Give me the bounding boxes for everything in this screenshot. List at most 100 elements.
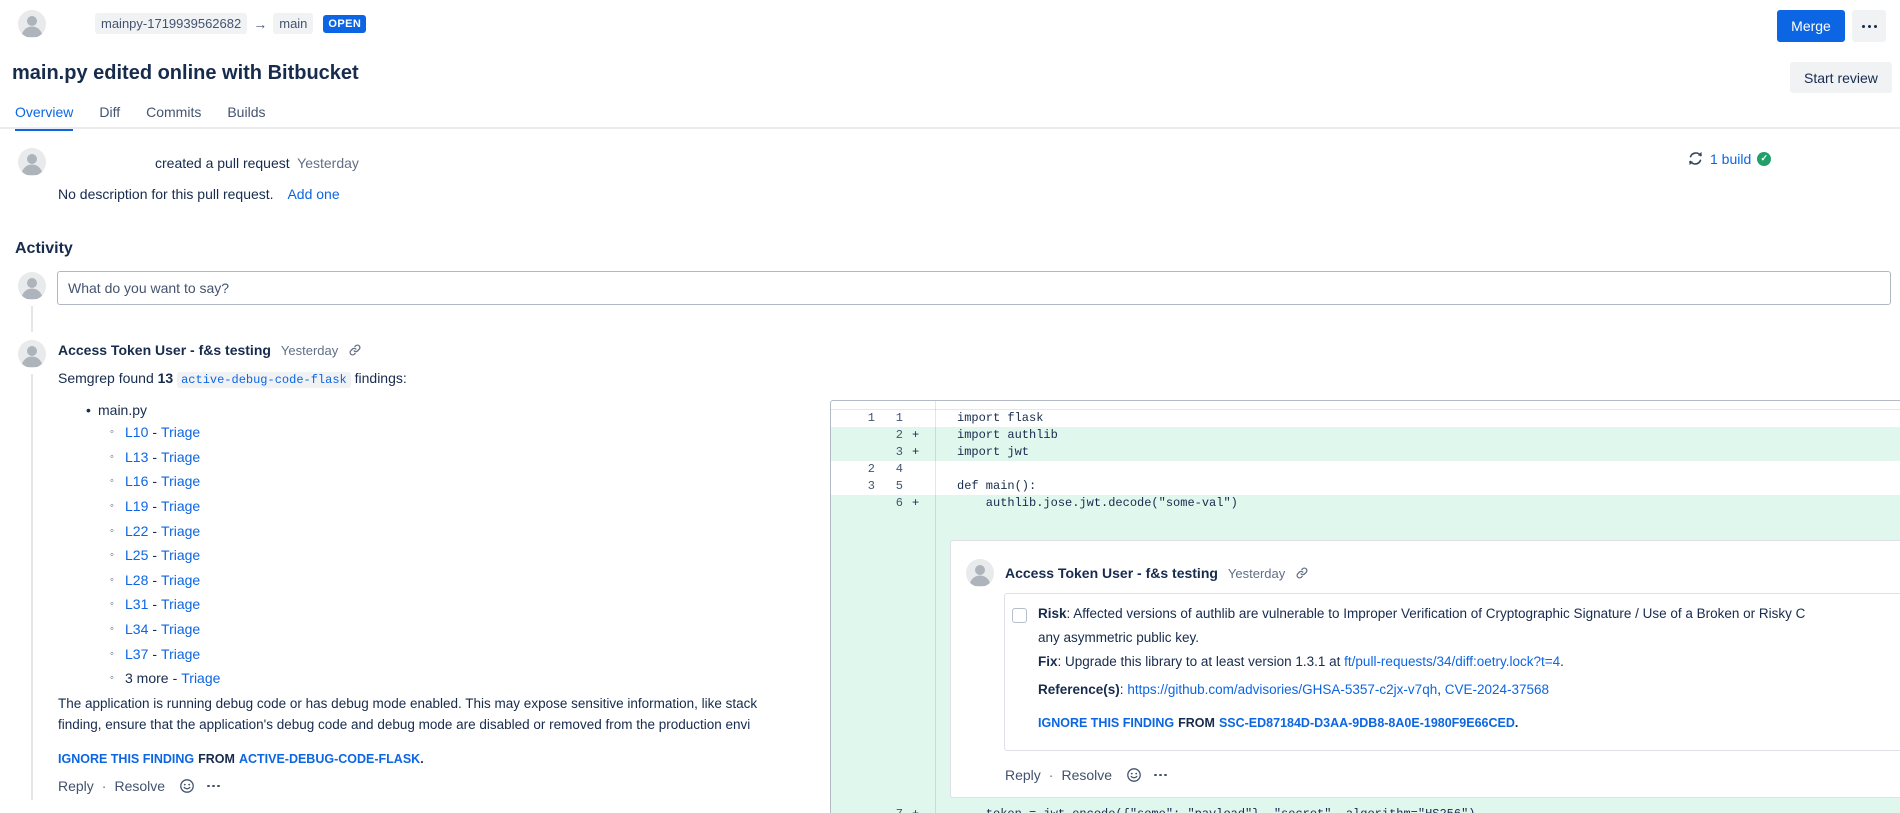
finding-item: ◦L10-Triage (58, 420, 220, 445)
finding-item: ◦L16-Triage (58, 469, 220, 494)
fix-link[interactable]: ft/pull-requests/34/diff:oetry.lock?t=4 (1344, 654, 1560, 669)
diff-line: 11import flask (831, 410, 1900, 427)
comment-summary: Semgrep found 13 active-debug-code-flask… (58, 370, 407, 387)
permalink-icon[interactable] (348, 343, 362, 357)
triage-link[interactable]: Triage (181, 670, 220, 686)
resolve-button[interactable]: Resolve (1061, 767, 1112, 783)
inline-comment-avatar[interactable] (966, 559, 994, 587)
diff-line-added: 6+ authlib.jose.jwt.decode("some-val") (831, 495, 1900, 512)
bullet-icon: ◦ (110, 475, 125, 487)
diff-comment-region: Access Token User - f&s testing Yesterda… (831, 512, 1900, 813)
reply-button[interactable]: Reply (1005, 767, 1041, 783)
triage-link[interactable]: Triage (161, 449, 200, 465)
advisory-link[interactable]: https://github.com/advisories/GHSA-5357-… (1127, 682, 1437, 697)
arrow-right-icon: → (253, 16, 267, 32)
thread-line (31, 306, 33, 332)
more-findings-text: 3 more (125, 670, 169, 686)
finding-line-link[interactable]: L13 (125, 449, 148, 465)
builds-count-link[interactable]: 1 build (1710, 151, 1751, 167)
bullet-icon: ◦ (110, 648, 125, 660)
cve-link[interactable]: CVE-2024-37568 (1445, 682, 1549, 697)
bullet-icon: ◦ (110, 672, 125, 684)
reply-button[interactable]: Reply (58, 778, 94, 794)
ignore-finding-link[interactable]: IGNORE THIS FINDING (58, 752, 194, 766)
page-title: main.py edited online with Bitbucket (12, 62, 359, 85)
merge-button[interactable]: Merge (1777, 10, 1845, 42)
more-icon (1862, 25, 1877, 28)
finding-item: ◦L37-Triage (58, 641, 220, 666)
comment-input[interactable] (57, 271, 1891, 305)
build-status: 1 build ✓ (1687, 150, 1771, 167)
finding-line-link[interactable]: L28 (125, 572, 148, 588)
diff-panel-top (831, 401, 1900, 410)
comment-actions: Reply · Resolve (58, 778, 220, 794)
finding-line-link[interactable]: L10 (125, 424, 148, 440)
add-reaction-icon[interactable] (179, 778, 195, 794)
finding-line-link[interactable]: L37 (125, 646, 148, 662)
event-text: created a pull request Yesterday (155, 155, 359, 171)
event-user-avatar[interactable] (18, 148, 46, 176)
comment-header: Access Token User - f&s testing Yesterda… (58, 342, 362, 358)
add-description-link[interactable]: Add one (287, 186, 339, 202)
triage-link[interactable]: Triage (161, 572, 200, 588)
finding-line-link[interactable]: L22 (125, 523, 148, 539)
bullet-icon: ◦ (110, 549, 125, 561)
builds-refresh-icon[interactable] (1687, 150, 1704, 167)
pr-author-avatar[interactable] (18, 10, 46, 38)
finding-line-link[interactable]: L25 (125, 547, 148, 563)
finding-line-link[interactable]: L31 (125, 596, 148, 612)
inline-comment-actions: Reply · Resolve (1005, 767, 1167, 783)
triage-link[interactable]: Triage (161, 646, 200, 662)
activity-heading: Activity (15, 240, 73, 258)
finding-line-link[interactable]: L16 (125, 473, 148, 489)
triage-link[interactable]: Triage (161, 473, 200, 489)
findings-list: • main.py ◦L10-Triage ◦L13-Triage ◦L16-T… (58, 399, 220, 691)
tabs-divider (0, 127, 1900, 129)
file-item: • main.py (58, 399, 220, 420)
triage-link[interactable]: Triage (161, 424, 200, 440)
diff-line-added: 3+import jwt (831, 444, 1900, 461)
ignore-finding-row: IGNORE THIS FINDINGFROMACTIVE-DEBUG-CODE… (58, 752, 424, 766)
permalink-icon[interactable] (1295, 566, 1309, 580)
triage-link[interactable]: Triage (161, 523, 200, 539)
diff-line-added: 2+import authlib (831, 427, 1900, 444)
ignore-rule-link[interactable]: SSC-ED87184D-D3AA-9DB8-8A0E-1980F9E66CED (1219, 716, 1515, 730)
finding-checkbox[interactable] (1012, 608, 1027, 623)
finding-item: ◦L28-Triage (58, 568, 220, 593)
triage-link[interactable]: Triage (161, 621, 200, 637)
comment-more-icon[interactable] (207, 785, 220, 788)
inline-comment-author[interactable]: Access Token User - f&s testing (1005, 565, 1218, 581)
comment-author[interactable]: Access Token User - f&s testing (58, 342, 271, 358)
pull-request-page: { "colors": { "accent": "#0C66E4", "adde… (0, 0, 1900, 813)
target-branch-lozenge[interactable]: main (273, 13, 313, 34)
more-actions-button[interactable] (1852, 10, 1886, 42)
inline-comment-header: Access Token User - f&s testing Yesterda… (1005, 565, 1309, 581)
comment-more-icon[interactable] (1154, 774, 1167, 777)
gutter-divider (935, 401, 936, 813)
start-review-button[interactable]: Start review (1790, 62, 1892, 93)
diff-line: 35def main(): (831, 478, 1900, 495)
add-reaction-icon[interactable] (1126, 767, 1142, 783)
bullet-icon: ◦ (110, 623, 125, 635)
source-branch-lozenge[interactable]: mainpy-1719939562682 (95, 13, 247, 34)
comment-author-avatar[interactable] (18, 340, 46, 368)
branch-row: mainpy-1719939562682 → main OPEN (95, 13, 366, 34)
risk-line: Risk: Affected versions of authlib are v… (1038, 606, 1805, 621)
finding-description: The application is running debug code or… (58, 694, 830, 736)
inline-comment-card: Access Token User - f&s testing Yesterda… (950, 540, 1900, 798)
ignore-finding-link[interactable]: IGNORE THIS FINDING (1038, 716, 1174, 730)
thread-line (31, 374, 33, 800)
file-name: main.py (98, 402, 147, 418)
triage-link[interactable]: Triage (161, 596, 200, 612)
bullet-icon: ◦ (110, 525, 125, 537)
triage-link[interactable]: Triage (161, 498, 200, 514)
ignore-rule-link[interactable]: ACTIVE-DEBUG-CODE-FLASK (239, 752, 420, 766)
finding-detail-box: Risk: Affected versions of authlib are v… (1004, 593, 1900, 751)
bullet-icon: ◦ (110, 598, 125, 610)
comment-time[interactable]: Yesterday (281, 343, 338, 358)
finding-line-link[interactable]: L19 (125, 498, 148, 514)
inline-comment-time[interactable]: Yesterday (1228, 566, 1285, 581)
finding-line-link[interactable]: L34 (125, 621, 148, 637)
triage-link[interactable]: Triage (161, 547, 200, 563)
resolve-button[interactable]: Resolve (114, 778, 165, 794)
